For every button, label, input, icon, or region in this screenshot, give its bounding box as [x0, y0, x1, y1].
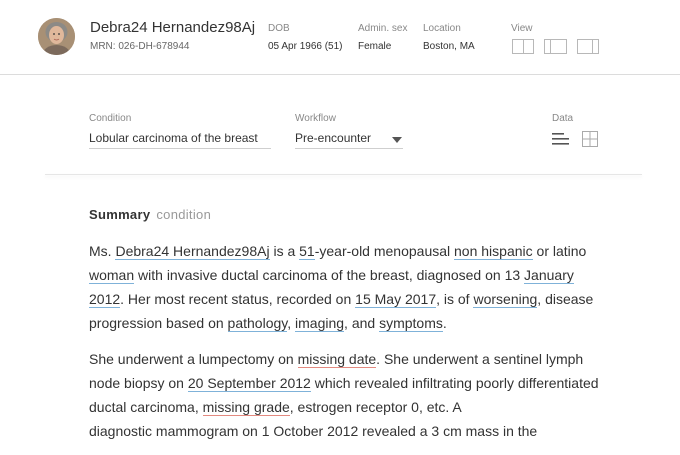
- location-value: Boston, MA: [423, 41, 475, 52]
- text: She underwent a lumpectomy on: [89, 351, 298, 367]
- text: diagnostic mammogram on 1 October 2012 r…: [89, 423, 538, 439]
- missing-date-link[interactable]: missing date: [297, 351, 377, 368]
- summary-heading: Summary condition: [89, 207, 211, 222]
- text: , estrogen receptor 0, etc. A: [289, 399, 462, 415]
- view-label: View: [511, 23, 533, 34]
- sex-value: Female: [358, 41, 392, 52]
- workflow-selector[interactable]: Pre-encounter: [295, 131, 403, 149]
- status-link[interactable]: worsening: [473, 291, 538, 308]
- summary-narrative: Ms. Debra24 Hernandez98Aj is a 51-year-o…: [89, 239, 609, 455]
- age-link[interactable]: 51: [299, 243, 315, 260]
- text: . Her most recent status, recorded on: [120, 291, 356, 307]
- left-pane-layout-icon[interactable]: [512, 39, 534, 54]
- text: ,: [287, 315, 296, 331]
- text: .: [442, 315, 447, 331]
- biopsy-date-link[interactable]: 20 September 2012: [187, 375, 311, 392]
- data-label: Data: [552, 113, 574, 124]
- summary-paragraph-1: Ms. Debra24 Hernandez98Aj is a 51-year-o…: [89, 239, 609, 335]
- patient-mrn: MRN: 026-DH-678944: [90, 41, 190, 52]
- patient-header: Debra24 Hernandez98Aj MRN: 026-DH-678944…: [0, 0, 680, 75]
- grid-view-icon[interactable]: [582, 131, 598, 147]
- dob-label: DOB: [268, 23, 290, 34]
- text: , and: [344, 315, 380, 331]
- wide-pane-layout-icon[interactable]: [544, 39, 567, 54]
- text: Ms.: [89, 243, 116, 259]
- list-view-icon[interactable]: [552, 131, 570, 147]
- text: with invasive ductal carcinoma of the br…: [134, 267, 525, 283]
- dob-value: 05 Apr 1966 (51): [268, 41, 343, 52]
- selector-bar: Condition Lobular carcinoma of the breas…: [0, 75, 680, 175]
- text: is a: [269, 243, 300, 259]
- summary-title: Summary: [89, 207, 151, 222]
- workflow-value: Pre-encounter: [295, 131, 372, 145]
- sex-label: Admin. sex: [358, 23, 408, 34]
- symptoms-link[interactable]: symptoms: [379, 315, 443, 332]
- workflow-label: Workflow: [295, 113, 336, 124]
- imaging-link[interactable]: imaging: [295, 315, 345, 332]
- right-pane-layout-icon[interactable]: [577, 39, 599, 54]
- location-label: Location: [423, 23, 461, 34]
- summary-paragraph-2: She underwent a lumpectomy on missing da…: [89, 347, 609, 443]
- text: or latino: [532, 243, 587, 259]
- condition-selector[interactable]: Lobular carcinoma of the breast: [89, 131, 271, 149]
- chevron-down-icon[interactable]: [392, 137, 402, 143]
- missing-grade-link[interactable]: missing grade: [202, 399, 290, 416]
- text: , is of: [436, 291, 474, 307]
- ethnicity-link[interactable]: non hispanic: [454, 243, 533, 260]
- condition-label: Condition: [89, 113, 132, 124]
- patient-name-link[interactable]: Debra24 Hernandez98Aj: [115, 243, 270, 260]
- patient-avatar[interactable]: [38, 18, 75, 55]
- gender-link[interactable]: woman: [89, 267, 135, 284]
- section-divider: [45, 174, 642, 175]
- status-date-link[interactable]: 15 May 2017: [355, 291, 437, 308]
- text: -year-old menopausal: [314, 243, 455, 259]
- pathology-link[interactable]: pathology: [227, 315, 288, 332]
- summary-subtitle: condition: [156, 207, 212, 222]
- patient-name: Debra24 Hernandez98Aj: [90, 19, 256, 36]
